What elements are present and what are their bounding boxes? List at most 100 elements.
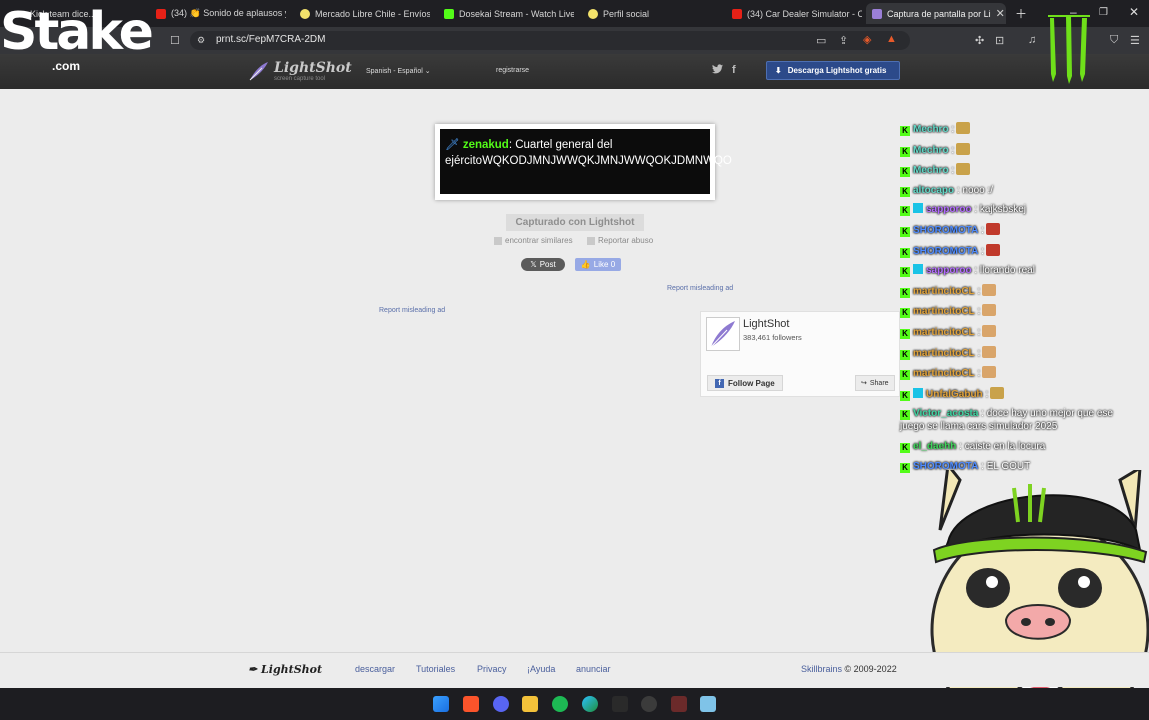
register-link[interactable]: registrarse	[496, 67, 529, 74]
chat-username[interactable]: martincitoCL	[913, 306, 975, 317]
chat-username[interactable]: UnfalGabuh	[926, 389, 983, 400]
bookmark-icon[interactable]: ☐	[170, 34, 180, 47]
brave-rewards-icon[interactable]: ▲	[886, 33, 897, 45]
language-selector[interactable]: Spanish - Español ⌄	[366, 67, 431, 75]
footer-link-anunciar[interactable]: anunciar	[576, 664, 611, 674]
lightshot-avatar[interactable]	[706, 317, 740, 351]
chat-message: KmartincitoCL :	[900, 366, 1130, 381]
tab-label: Perfil social	[603, 8, 650, 19]
vpn-icon[interactable]: ⛉	[1110, 34, 1118, 47]
fb-page-name[interactable]: LightShot	[743, 318, 789, 330]
tab-perfil-social[interactable]: Perfil social	[582, 3, 718, 24]
app-icon[interactable]	[700, 696, 716, 712]
report-abuse-link[interactable]: Reportar abuso	[587, 236, 653, 245]
kick-badge-icon: K	[900, 349, 910, 360]
tab-lightshot-active[interactable]: Captura de pantalla por Li ✕	[866, 3, 1006, 24]
discord-icon[interactable]	[493, 696, 509, 712]
app-icon[interactable]	[612, 696, 628, 712]
chat-message: K SHOROMOTA :	[900, 222, 1130, 237]
chat-username[interactable]: Victor_acosta	[913, 408, 978, 419]
app-icon[interactable]	[671, 696, 687, 712]
report-misleading-ad-link[interactable]: Report misleading ad	[379, 307, 445, 314]
tab-aplausos[interactable]: (34) 👏 Sonido de aplausos y g	[150, 3, 286, 24]
report-misleading-ad-link[interactable]: Report misleading ad	[667, 285, 733, 292]
tab-label: Dosekai Stream - Watch Live o	[459, 8, 574, 19]
new-tab-button[interactable]: ＋	[1015, 5, 1027, 22]
music-icon[interactable]: ♫	[1028, 34, 1036, 46]
fb-like-label: Like 0	[593, 260, 616, 269]
subscriber-badge-icon	[913, 264, 923, 275]
emote-icon	[956, 142, 971, 155]
chat-username[interactable]: martincitoCL	[913, 327, 975, 338]
share-icon[interactable]: ⇪	[839, 34, 848, 47]
screenshot-image[interactable]: 🗡 zenakud: Cuartel general del ejércitoW…	[435, 124, 732, 200]
chat-text: :	[974, 347, 981, 359]
brave-shield-icon[interactable]: ◈	[863, 33, 871, 46]
chat-username[interactable]: sapporoo	[926, 265, 972, 276]
chat-username[interactable]: el_daehh	[913, 441, 956, 452]
kick-badge-icon: K	[900, 226, 910, 237]
chat-username[interactable]: SHOROMOTA	[913, 225, 978, 236]
tab-dosekai[interactable]: Dosekai Stream - Watch Live o	[438, 3, 574, 24]
kick-badge-icon: K	[900, 390, 910, 401]
subscriber-badge-icon	[913, 387, 923, 398]
windows-start-icon[interactable]	[433, 696, 449, 712]
file-explorer-icon[interactable]	[522, 696, 538, 712]
follow-page-button[interactable]: f Follow Page	[707, 375, 783, 391]
chat-message: K UnfalGabuh :	[900, 386, 1130, 401]
lightshot-logo[interactable]: LightShot screen capture tool	[248, 60, 352, 87]
footer-link-descargar[interactable]: descargar	[355, 664, 395, 674]
chat-username[interactable]: martincitoCL	[913, 286, 975, 297]
obs-icon[interactable]	[641, 696, 657, 712]
url-text[interactable]: prnt.sc/FepM7CRA-2DM	[216, 34, 325, 45]
x-post-label: Post	[539, 260, 556, 269]
footer-logo[interactable]: ✒ LightShot	[248, 663, 322, 676]
tab-mercado-libre[interactable]: Mercado Libre Chile - Envíos G	[294, 3, 430, 24]
download-button[interactable]: ⬇ Descarga Lightshot gratis	[766, 61, 900, 80]
fb-like-button[interactable]: 👍 Like 0	[575, 258, 621, 271]
emote-icon	[982, 304, 997, 317]
chat-username[interactable]: SHOROMOTA	[913, 246, 978, 257]
screenshot-content: 🗡 zenakud: Cuartel general del ejércitoW…	[440, 129, 732, 194]
chat-username[interactable]: Mechro	[913, 145, 949, 156]
footer-copyright: Skillbrains © 2009-2022	[801, 664, 897, 674]
fb-followers: 383,461 followers	[743, 333, 802, 342]
chat-username[interactable]: martincitoCL	[913, 368, 975, 379]
footer-link-tutoriales[interactable]: Tutoriales	[416, 664, 455, 674]
footer-link-ayuda[interactable]: ¡Ayuda	[527, 664, 555, 674]
chat-message: K Mechro :	[900, 142, 1130, 157]
spotify-icon[interactable]	[552, 696, 568, 712]
restore-button[interactable]: ❐	[1099, 7, 1108, 18]
chat-username[interactable]: Mechro	[913, 124, 949, 135]
close-tab-icon[interactable]: ✕	[996, 7, 1005, 20]
cast-icon[interactable]: ▭	[816, 34, 826, 47]
emote-icon	[985, 243, 1000, 256]
site-settings-icon[interactable]: ⚙	[197, 35, 205, 46]
tab-car-dealer[interactable]: (34) Car Dealer Simulator - Offi	[726, 3, 862, 24]
captured-with-lightshot[interactable]: Capturado con Lightshot	[506, 214, 644, 231]
skillbrains-link[interactable]: Skillbrains	[801, 664, 842, 674]
edge-icon[interactable]	[582, 696, 598, 712]
chat-message: KmartincitoCL :	[900, 304, 1130, 319]
find-similar-link[interactable]: encontrar similares	[494, 236, 573, 245]
kick-badge-icon: K	[900, 370, 910, 381]
share-button[interactable]: ↪ Share	[855, 375, 895, 391]
language-label: Spanish - Español	[366, 68, 423, 75]
tab-label: (34) 👏 Sonido de aplausos y g	[171, 8, 286, 18]
extensions-icon[interactable]: ✣	[975, 34, 984, 47]
brave-browser-icon[interactable]	[463, 696, 479, 712]
footer-link-privacy[interactable]: Privacy	[477, 664, 507, 674]
chat-username[interactable]: martincitoCL	[913, 348, 975, 359]
x-icon: 𝕏	[530, 260, 537, 269]
screenshot-icon[interactable]: ⊡	[995, 34, 1004, 47]
chat-username[interactable]: altocapo	[913, 185, 954, 196]
chat-username[interactable]: Mechro	[913, 165, 949, 176]
twitter-icon[interactable]	[712, 64, 723, 77]
close-window-button[interactable]: ✕	[1129, 5, 1139, 19]
chat-text: :	[948, 165, 955, 177]
facebook-icon[interactable]: f	[732, 64, 736, 76]
x-post-button[interactable]: 𝕏 Post	[521, 258, 565, 271]
chat-username[interactable]: sapporoo	[926, 204, 972, 215]
menu-icon[interactable]: ☰	[1130, 34, 1140, 47]
chat-text: :	[974, 368, 981, 380]
